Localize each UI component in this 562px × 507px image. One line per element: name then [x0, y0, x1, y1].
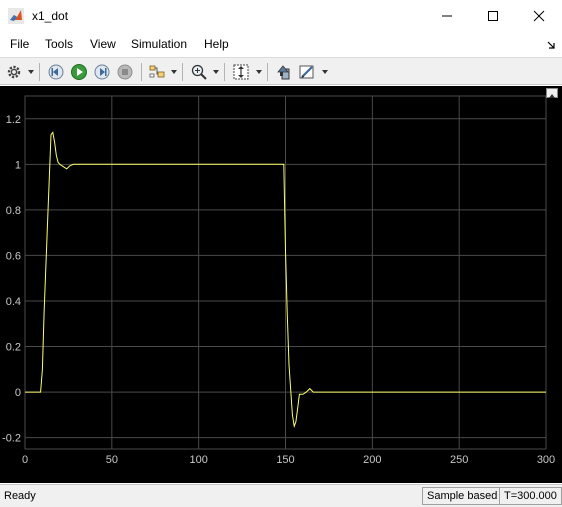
x-tick-label: 300: [537, 454, 555, 466]
gear-icon[interactable]: [3, 61, 25, 83]
menu-file[interactable]: File: [10, 37, 29, 51]
step-back-icon[interactable]: [45, 61, 67, 83]
toolbar: [0, 57, 562, 85]
close-button[interactable]: [516, 0, 562, 32]
maximize-button[interactable]: [470, 0, 516, 32]
minimize-button[interactable]: [424, 0, 470, 32]
toolbar-divider: [267, 63, 268, 81]
toolbar-divider: [39, 63, 40, 81]
menu-tools[interactable]: Tools: [45, 37, 73, 51]
status-time: T=300.000: [499, 487, 562, 505]
chevron-down-icon[interactable]: [171, 70, 177, 74]
y-tick-label: 1: [15, 159, 21, 171]
run-icon[interactable]: [68, 61, 90, 83]
matlab-logo-icon: [8, 8, 24, 24]
x-tick-label: 50: [106, 454, 118, 466]
highlight-icon[interactable]: [146, 61, 168, 83]
status-ready-text: Ready: [4, 490, 36, 502]
y-tick-label: 0.8: [6, 205, 21, 217]
status-mode: Sample based: [422, 487, 503, 505]
chevron-down-icon[interactable]: [256, 70, 262, 74]
x-tick-label: 200: [363, 454, 381, 466]
x-tick-label: 0: [22, 454, 28, 466]
chevron-down-icon[interactable]: [322, 70, 328, 74]
parameters-icon[interactable]: [273, 61, 295, 83]
y-tick-label: 0.2: [6, 342, 21, 354]
toolbar-divider: [224, 63, 225, 81]
menu-view[interactable]: View: [90, 37, 116, 51]
step-forward-icon[interactable]: [91, 61, 113, 83]
x-tick-label: 250: [450, 454, 468, 466]
y-tick-label: 0: [15, 387, 21, 399]
zoom-icon[interactable]: [188, 61, 210, 83]
chevron-down-icon[interactable]: [28, 70, 34, 74]
toolbar-divider: [141, 63, 142, 81]
x-tick-label: 150: [276, 454, 294, 466]
style-icon[interactable]: [296, 61, 318, 83]
y-tick-label: 0.4: [6, 296, 21, 308]
menu-bar: File Tools View Simulation Help: [0, 33, 562, 55]
toolbar-divider: [182, 63, 183, 81]
status-bar: Ready Sample based T=300.000: [0, 484, 562, 507]
menu-simulation[interactable]: Simulation: [131, 37, 187, 51]
chevron-down-icon[interactable]: [213, 70, 219, 74]
window-title: x1_dot: [32, 9, 69, 23]
undock-legend-icon[interactable]: [546, 88, 558, 98]
title-bar: x1_dot: [0, 0, 562, 32]
y-tick-label: 1.2: [6, 114, 21, 126]
dock-arrow-icon[interactable]: [546, 39, 556, 49]
y-tick-label: 0.6: [6, 250, 21, 262]
y-tick-label: -0.2: [2, 433, 21, 445]
scope-plot[interactable]: 0 50 100 150 200 250 300-0.200.20.40.60.811.2: [0, 86, 562, 483]
stop-icon[interactable]: [114, 61, 136, 83]
autoscale-icon[interactable]: [230, 61, 252, 83]
menu-help[interactable]: Help: [204, 37, 229, 51]
scope-display: 0 50 100 150 200 250 300 -0.2 0 0.2 0.4 0.6 0.8 1 1.2: [0, 86, 562, 483]
x-tick-label: 100: [189, 454, 207, 466]
